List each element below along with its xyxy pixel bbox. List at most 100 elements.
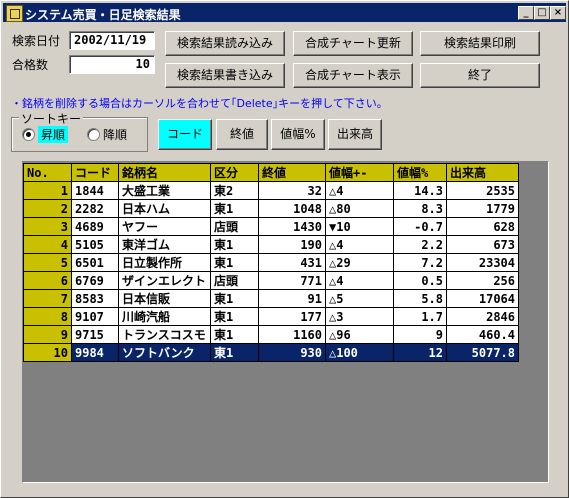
table-row[interactable]: 4 5105 東洋ゴム 東1 190 △4 2.2 673 [23, 235, 519, 254]
table-cell[interactable]: 8583 [71, 289, 119, 308]
ascending-radio[interactable] [22, 128, 35, 141]
table-cell[interactable]: 460.4 [446, 325, 519, 344]
table-row[interactable]: 1 1844 大盛工業 東2 32 △4 14.3 2535 [23, 181, 519, 200]
table-cell[interactable]: 日本信販 [118, 289, 211, 308]
sort-key-close-button[interactable]: 終値 [216, 119, 268, 150]
table-cell[interactable]: △4 [325, 181, 394, 200]
descending-radio[interactable] [87, 128, 100, 141]
table-cell[interactable]: 東1 [210, 325, 259, 344]
column-header[interactable]: 終値 [258, 163, 326, 182]
table-cell[interactable]: 東洋ゴム [118, 235, 211, 254]
table-cell[interactable]: 1430 [258, 217, 326, 236]
table-cell[interactable]: 9 [393, 325, 447, 344]
row-number-cell[interactable]: 4 [23, 235, 72, 254]
print-results-button[interactable]: 検索結果印刷 [420, 31, 540, 56]
table-cell[interactable]: △29 [325, 253, 394, 272]
column-header[interactable]: 区分 [210, 163, 259, 182]
table-cell[interactable]: 9984 [71, 343, 119, 362]
table-cell[interactable]: 5105 [71, 235, 119, 254]
table-cell[interactable]: 256 [446, 271, 519, 290]
table-cell[interactable]: 6769 [71, 271, 119, 290]
table-cell[interactable]: 2282 [71, 199, 119, 218]
table-cell[interactable]: 店頭 [210, 271, 259, 290]
table-cell[interactable]: 5.8 [393, 289, 447, 308]
table-row[interactable]: 10 9984 ソフトバンク 東1 930 △100 12 5077.8 [23, 343, 519, 362]
table-cell[interactable]: ザインエレクト [118, 271, 211, 290]
table-cell[interactable]: 771 [258, 271, 326, 290]
table-cell[interactable]: 0.5 [393, 271, 447, 290]
table-cell[interactable]: 17064 [446, 289, 519, 308]
table-cell[interactable]: △96 [325, 325, 394, 344]
table-cell[interactable]: ソフトバンク [118, 343, 211, 362]
table-cell[interactable]: ヤフー [118, 217, 211, 236]
table-cell[interactable]: 2846 [446, 307, 519, 326]
table-cell[interactable]: 190 [258, 235, 326, 254]
table-cell[interactable]: 2.2 [393, 235, 447, 254]
sort-key-range-button[interactable]: 値幅% [271, 119, 325, 150]
table-row[interactable]: 2 2282 日本ハム 東1 1048 △80 8.3 1779 [23, 199, 519, 218]
load-results-button[interactable]: 検索結果読み込み [165, 31, 285, 56]
table-cell[interactable]: △100 [325, 343, 394, 362]
table-cell[interactable]: 628 [446, 217, 519, 236]
table-cell[interactable]: 12 [393, 343, 447, 362]
table-row[interactable]: 5 6501 日立製作所 東1 431 △29 7.2 23304 [23, 253, 519, 272]
row-number-cell[interactable]: 3 [23, 217, 72, 236]
table-cell[interactable]: 東1 [210, 343, 259, 362]
table-cell[interactable]: 930 [258, 343, 326, 362]
table-cell[interactable]: 1048 [258, 199, 326, 218]
table-cell[interactable]: 9715 [71, 325, 119, 344]
table-cell[interactable]: 大盛工業 [118, 181, 211, 200]
table-cell[interactable]: 1.7 [393, 307, 447, 326]
close-button[interactable]: × [550, 6, 566, 20]
table-cell[interactable]: △4 [325, 271, 394, 290]
table-row[interactable]: 7 8583 日本信販 東1 91 △5 5.8 17064 [23, 289, 519, 308]
chart-show-button[interactable]: 合成チャート表示 [293, 63, 413, 88]
row-number-cell[interactable]: 7 [23, 289, 72, 308]
table-cell[interactable]: 1160 [258, 325, 326, 344]
column-header[interactable]: 値幅+- [325, 163, 394, 182]
table-row[interactable]: 3 4689 ヤフー 店頭 1430 ▼10 -0.7 628 [23, 217, 519, 236]
table-cell[interactable]: 東1 [210, 253, 259, 272]
table-cell[interactable]: 5077.8 [446, 343, 519, 362]
table-cell[interactable]: 東1 [210, 289, 259, 308]
table-cell[interactable]: 川崎汽船 [118, 307, 211, 326]
table-cell[interactable]: ▼10 [325, 217, 394, 236]
row-number-cell[interactable]: 1 [23, 181, 72, 200]
table-cell[interactable]: 東1 [210, 307, 259, 326]
table-cell[interactable]: 店頭 [210, 217, 259, 236]
table-cell[interactable]: 8.3 [393, 199, 447, 218]
table-cell[interactable]: 32 [258, 181, 326, 200]
table-row[interactable]: 6 6769 ザインエレクト 店頭 771 △4 0.5 256 [23, 271, 519, 290]
table-cell[interactable]: 23304 [446, 253, 519, 272]
table-cell[interactable]: 177 [258, 307, 326, 326]
row-number-cell[interactable]: 2 [23, 199, 72, 218]
chart-update-button[interactable]: 合成チャート更新 [293, 31, 413, 56]
table-cell[interactable]: 14.3 [393, 181, 447, 200]
exit-button[interactable]: 終了 [420, 63, 540, 88]
table-cell[interactable]: 673 [446, 235, 519, 254]
table-cell[interactable]: 東2 [210, 181, 259, 200]
date-field[interactable]: 2002/11/19 [69, 31, 155, 50]
column-header[interactable]: コード [71, 163, 119, 182]
row-number-cell[interactable]: 6 [23, 271, 72, 290]
table-cell[interactable]: 6501 [71, 253, 119, 272]
table-cell[interactable]: 日本ハム [118, 199, 211, 218]
ascending-label[interactable]: 昇順 [38, 126, 69, 143]
table-cell[interactable]: △80 [325, 199, 394, 218]
table-cell[interactable]: 日立製作所 [118, 253, 211, 272]
row-number-cell[interactable]: 10 [23, 343, 72, 362]
table-cell[interactable]: 2535 [446, 181, 519, 200]
row-number-cell[interactable]: 9 [23, 325, 72, 344]
table-cell[interactable]: 東1 [210, 199, 259, 218]
table-cell[interactable]: △5 [325, 289, 394, 308]
row-number-cell[interactable]: 8 [23, 307, 72, 326]
table-row[interactable]: 8 9107 川崎汽船 東1 177 △3 1.7 2846 [23, 307, 519, 326]
table-row[interactable]: 9 9715 トランスコスモ 東1 1160 △96 9 460.4 [23, 325, 519, 344]
column-header[interactable]: 値幅% [393, 163, 447, 182]
column-header[interactable]: 出来高 [446, 163, 519, 182]
table-cell[interactable]: 91 [258, 289, 326, 308]
maximize-button[interactable]: □ [534, 6, 550, 20]
save-results-button[interactable]: 検索結果書き込み [165, 63, 285, 88]
table-cell[interactable]: △3 [325, 307, 394, 326]
table-cell[interactable]: 7.2 [393, 253, 447, 272]
